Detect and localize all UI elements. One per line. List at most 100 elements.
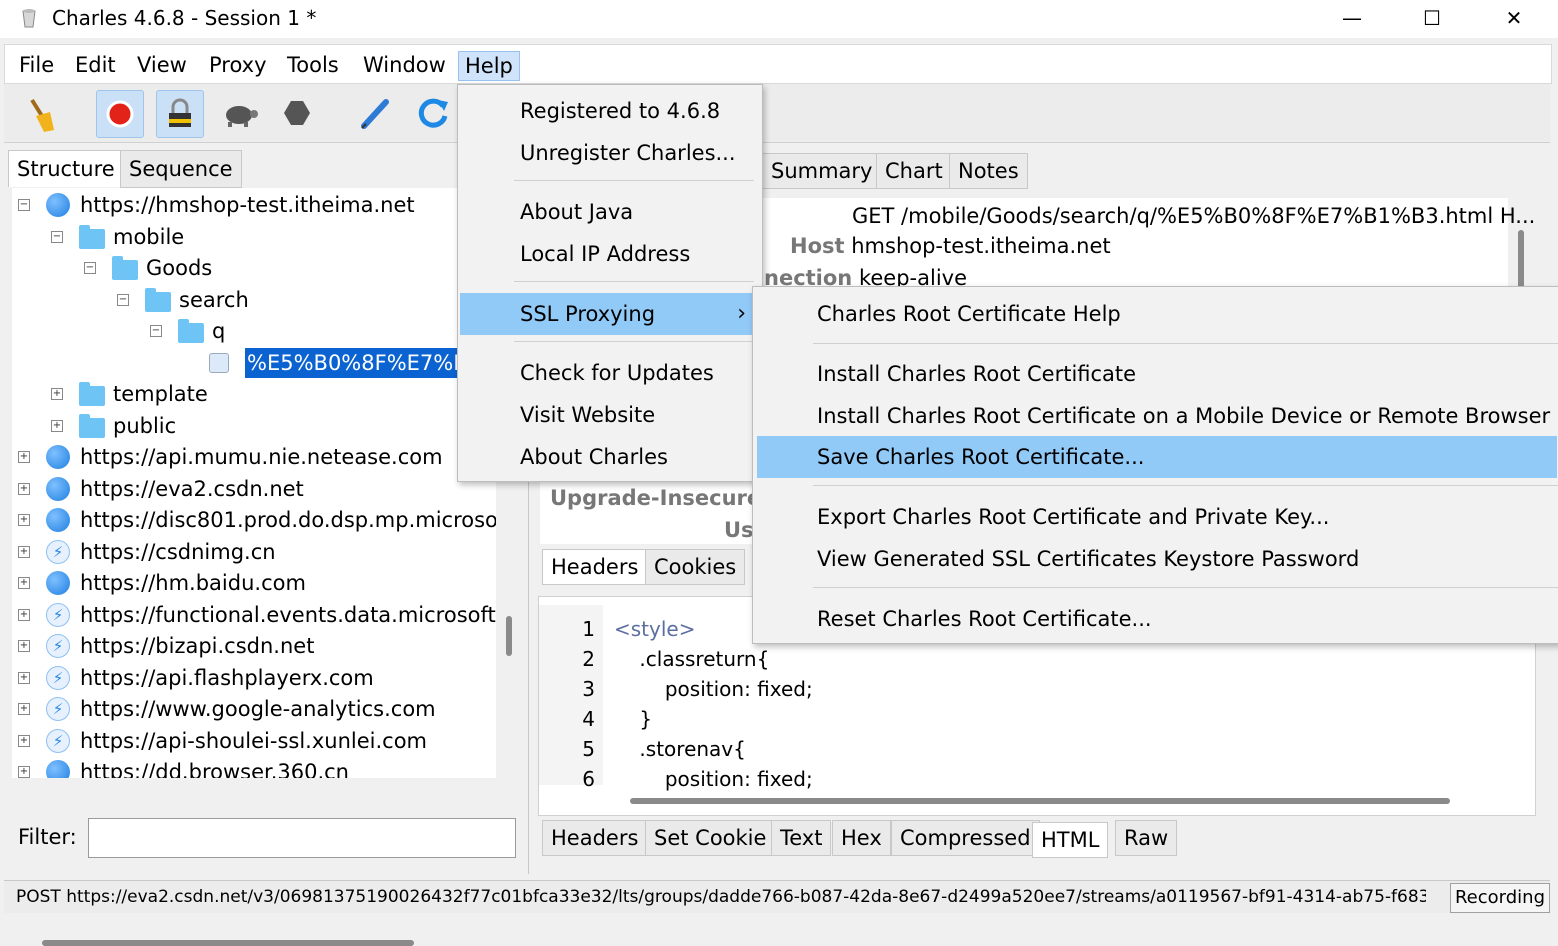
tree-horizontal-scrollbar[interactable] [42, 940, 414, 946]
record-icon[interactable] [96, 90, 144, 138]
menu-item-local-ip[interactable]: Local IP Address [460, 234, 756, 274]
expand-icon[interactable]: + [18, 608, 30, 621]
turtle-icon[interactable] [216, 90, 262, 136]
tree-host-row[interactable]: + https://hm.baidu.com [12, 568, 496, 598]
expand-icon[interactable]: + [18, 671, 30, 684]
menu-window[interactable]: Window [357, 51, 452, 79]
tab-sequence[interactable]: Sequence [120, 150, 242, 188]
response-tab-set-cookie[interactable]: Set Cookie [645, 820, 776, 856]
minimize-button[interactable]: — [1312, 0, 1392, 38]
menu-item-install-root-cert-mobile[interactable]: Install Charles Root Certificate on a Mo… [757, 395, 1557, 437]
tree-folder-row[interactable]: − q [12, 316, 496, 346]
tree-folder-row[interactable]: + public [12, 411, 496, 441]
toolbar [4, 84, 1550, 143]
menu-view[interactable]: View [131, 51, 193, 79]
tab-notes[interactable]: Notes [949, 153, 1028, 189]
refresh-icon[interactable] [410, 90, 456, 136]
tree-host-row[interactable]: + https://eva2.csdn.net [12, 474, 496, 504]
menu-help[interactable]: Help [458, 51, 520, 81]
expand-icon[interactable]: + [51, 419, 63, 432]
menu-item-visit-website[interactable]: Visit Website [460, 395, 756, 435]
charles-app-icon [20, 7, 38, 29]
expand-icon[interactable]: + [18, 766, 30, 778]
menu-file[interactable]: File [13, 51, 60, 79]
menu-item-install-root-cert[interactable]: Install Charles Root Certificate [757, 353, 1557, 395]
tree-host-row[interactable]: + ⚡ https://api.flashplayerx.com [12, 663, 496, 693]
request-scrollbar[interactable] [1518, 230, 1524, 290]
pen-icon[interactable] [352, 90, 398, 136]
response-tab-html[interactable]: HTML [1032, 822, 1109, 858]
tab-summary[interactable]: Summary [762, 153, 882, 189]
tree-node-label: https://functional.events.data.microsoft… [80, 602, 496, 627]
tab-structure[interactable]: Structure [8, 150, 124, 187]
tree-host-row[interactable]: + https://api.mumu.nie.netease.com [12, 442, 496, 472]
tree-request-row[interactable]: %E5%B0%8F%E7%B1 [12, 347, 496, 378]
menu-item-registered[interactable]: Registered to 4.6.8 [460, 91, 756, 131]
tree-folder-row[interactable]: + template [12, 379, 496, 409]
maximize-button[interactable]: ☐ [1392, 0, 1472, 38]
broom-icon[interactable] [18, 90, 64, 136]
expand-icon[interactable]: + [18, 734, 30, 747]
response-tab-hex[interactable]: Hex [832, 820, 891, 856]
tree-host-row[interactable]: + https://disc801.prod.do.dsp.mp.microsof… [12, 505, 496, 535]
collapse-icon[interactable]: − [84, 262, 96, 274]
menu-item-ssl-proxying[interactable]: SSL Proxying › [460, 293, 756, 335]
menu-item-export-root-cert[interactable]: Export Charles Root Certificate and Priv… [757, 496, 1557, 538]
menu-item-save-root-cert[interactable]: Save Charles Root Certificate... [757, 436, 1557, 478]
collapse-icon[interactable]: − [18, 199, 30, 211]
tree-host-row[interactable]: + ⚡ https://functional.events.data.microso… [12, 600, 496, 630]
menu-item-check-updates[interactable]: Check for Updates [460, 353, 756, 393]
expand-icon[interactable]: + [51, 388, 63, 400]
expand-icon[interactable]: + [18, 577, 30, 589]
response-tab-text[interactable]: Text [771, 820, 832, 856]
tree-host-row[interactable]: + ⚡ https://bizapi.csdn.net [12, 631, 496, 661]
menu-item-root-cert-help[interactable]: Charles Root Certificate Help [757, 293, 1557, 335]
menu-item-unregister[interactable]: Unregister Charles... [460, 133, 756, 173]
tree-node-label: https://bizapi.csdn.net [80, 634, 315, 658]
recording-button[interactable]: Recording [1450, 883, 1550, 913]
tree-node-label: https://dd.browser.360.cn [80, 760, 349, 778]
response-tab-compressed[interactable]: Compressed [891, 820, 1040, 856]
request-tab-headers[interactable]: Headers [542, 549, 648, 585]
globe-icon [46, 445, 70, 469]
tree-host-row[interactable]: + ⚡ https://csdnimg.cn [12, 537, 496, 567]
tree-folder-row[interactable]: − search [12, 285, 496, 315]
lock-icon[interactable] [156, 90, 204, 138]
stop-icon[interactable] [274, 90, 320, 136]
menu-item-reset-root-cert[interactable]: Reset Charles Root Certificate... [757, 598, 1557, 640]
collapse-icon[interactable]: − [150, 325, 162, 337]
tab-chart[interactable]: Chart [876, 153, 952, 189]
menu-item-view-keystore-password[interactable]: View Generated SSL Certificates Keystore… [757, 538, 1557, 580]
menu-bar: File Edit View Proxy Tools Window Help [4, 44, 1552, 84]
collapse-icon[interactable]: − [51, 230, 63, 243]
tree-vertical-scrollbar[interactable] [506, 616, 512, 656]
menu-proxy[interactable]: Proxy [203, 51, 273, 79]
response-tab-raw[interactable]: Raw [1115, 820, 1178, 856]
expand-icon[interactable]: + [18, 451, 30, 463]
code-line: } [614, 707, 653, 731]
expand-icon[interactable]: + [18, 640, 30, 652]
request-tab-cookies[interactable]: Cookies [645, 549, 746, 585]
tree-node-label: mobile [113, 224, 185, 249]
tree-folder-row[interactable]: − mobile [12, 222, 496, 252]
expand-icon[interactable]: + [18, 482, 30, 495]
menu-item-about-java[interactable]: About Java [460, 192, 756, 232]
tree-host-row[interactable]: + ⚡ https://api-shoulei-ssl.xunlei.com [12, 726, 496, 756]
response-tab-headers[interactable]: Headers [542, 820, 648, 856]
tree-folder-row[interactable]: − Goods [12, 253, 496, 283]
line-number: 3 [582, 677, 595, 701]
tree-host-row[interactable]: + https://dd.browser.360.cn [12, 757, 496, 778]
line-number: 6 [582, 767, 595, 791]
menu-edit[interactable]: Edit [69, 51, 122, 79]
expand-icon[interactable]: + [18, 703, 30, 715]
tree-host-row[interactable]: + ⚡ https://www.google-analytics.com [12, 694, 496, 724]
expand-icon[interactable]: + [18, 514, 30, 526]
menu-tools[interactable]: Tools [281, 51, 345, 79]
code-horizontal-scrollbar[interactable] [630, 798, 1450, 804]
close-button[interactable]: ✕ [1474, 0, 1554, 38]
collapse-icon[interactable]: − [117, 293, 129, 306]
expand-icon[interactable]: + [18, 545, 30, 558]
tree-host-row[interactable]: − https://hmshop-test.itheima.net [12, 190, 496, 220]
menu-item-about-charles[interactable]: About Charles [460, 437, 756, 477]
filter-input[interactable] [88, 818, 516, 858]
